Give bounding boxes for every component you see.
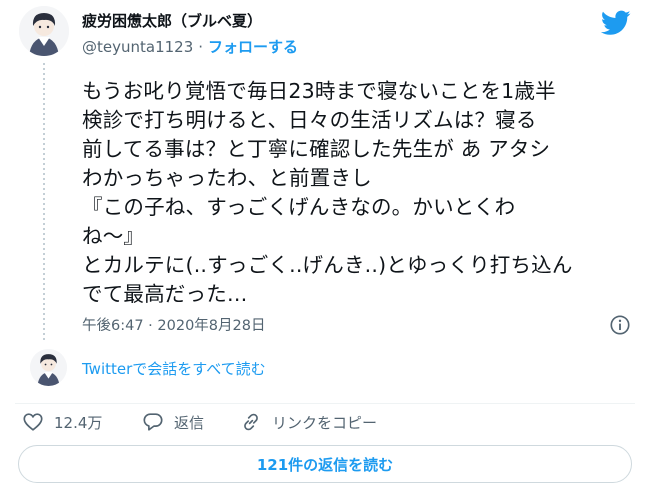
read-conversation-link[interactable]: Twitterで会話をすべて読む [82, 358, 266, 379]
tweet-timestamp[interactable]: 午後6:47 · 2020年8月28日 [82, 314, 265, 335]
info-icon[interactable] [609, 314, 631, 336]
twitter-bird-icon[interactable] [601, 10, 631, 36]
separator-dot: · [198, 38, 204, 56]
like-button[interactable]: 12.4万 [22, 410, 102, 434]
thread-line [43, 63, 45, 343]
reply-label: 返信 [174, 413, 205, 432]
copy-link-label: リンクをコピー [272, 413, 378, 432]
avatar-illustration [30, 349, 67, 386]
reply-button[interactable]: 返信 [142, 410, 204, 434]
avatar-illustration [19, 6, 69, 56]
tweet-text: もうお叱り覚悟で毎日23時まで寝ないことを1歳半 検診で打ち明けると、日々の生活… [82, 79, 573, 306]
author-handle[interactable]: @teyunta1123 [82, 38, 193, 56]
copy-link-button[interactable]: リンクをコピー [240, 410, 377, 434]
conversation-avatar[interactable] [30, 349, 67, 386]
author-avatar[interactable] [19, 6, 69, 56]
heart-icon [23, 413, 43, 431]
divider [15, 403, 635, 404]
link-icon [244, 413, 258, 431]
author-display-name[interactable]: 疲労困憊太郎（ブルベ夏） [82, 10, 262, 31]
follow-button[interactable]: フォローする [208, 38, 298, 56]
reply-icon [143, 413, 163, 431]
like-count: 12.4万 [54, 413, 103, 432]
read-replies-button[interactable]: 121件の返信を読む [18, 445, 632, 483]
author-handle-row: @teyunta1123 · フォローする [82, 36, 298, 57]
